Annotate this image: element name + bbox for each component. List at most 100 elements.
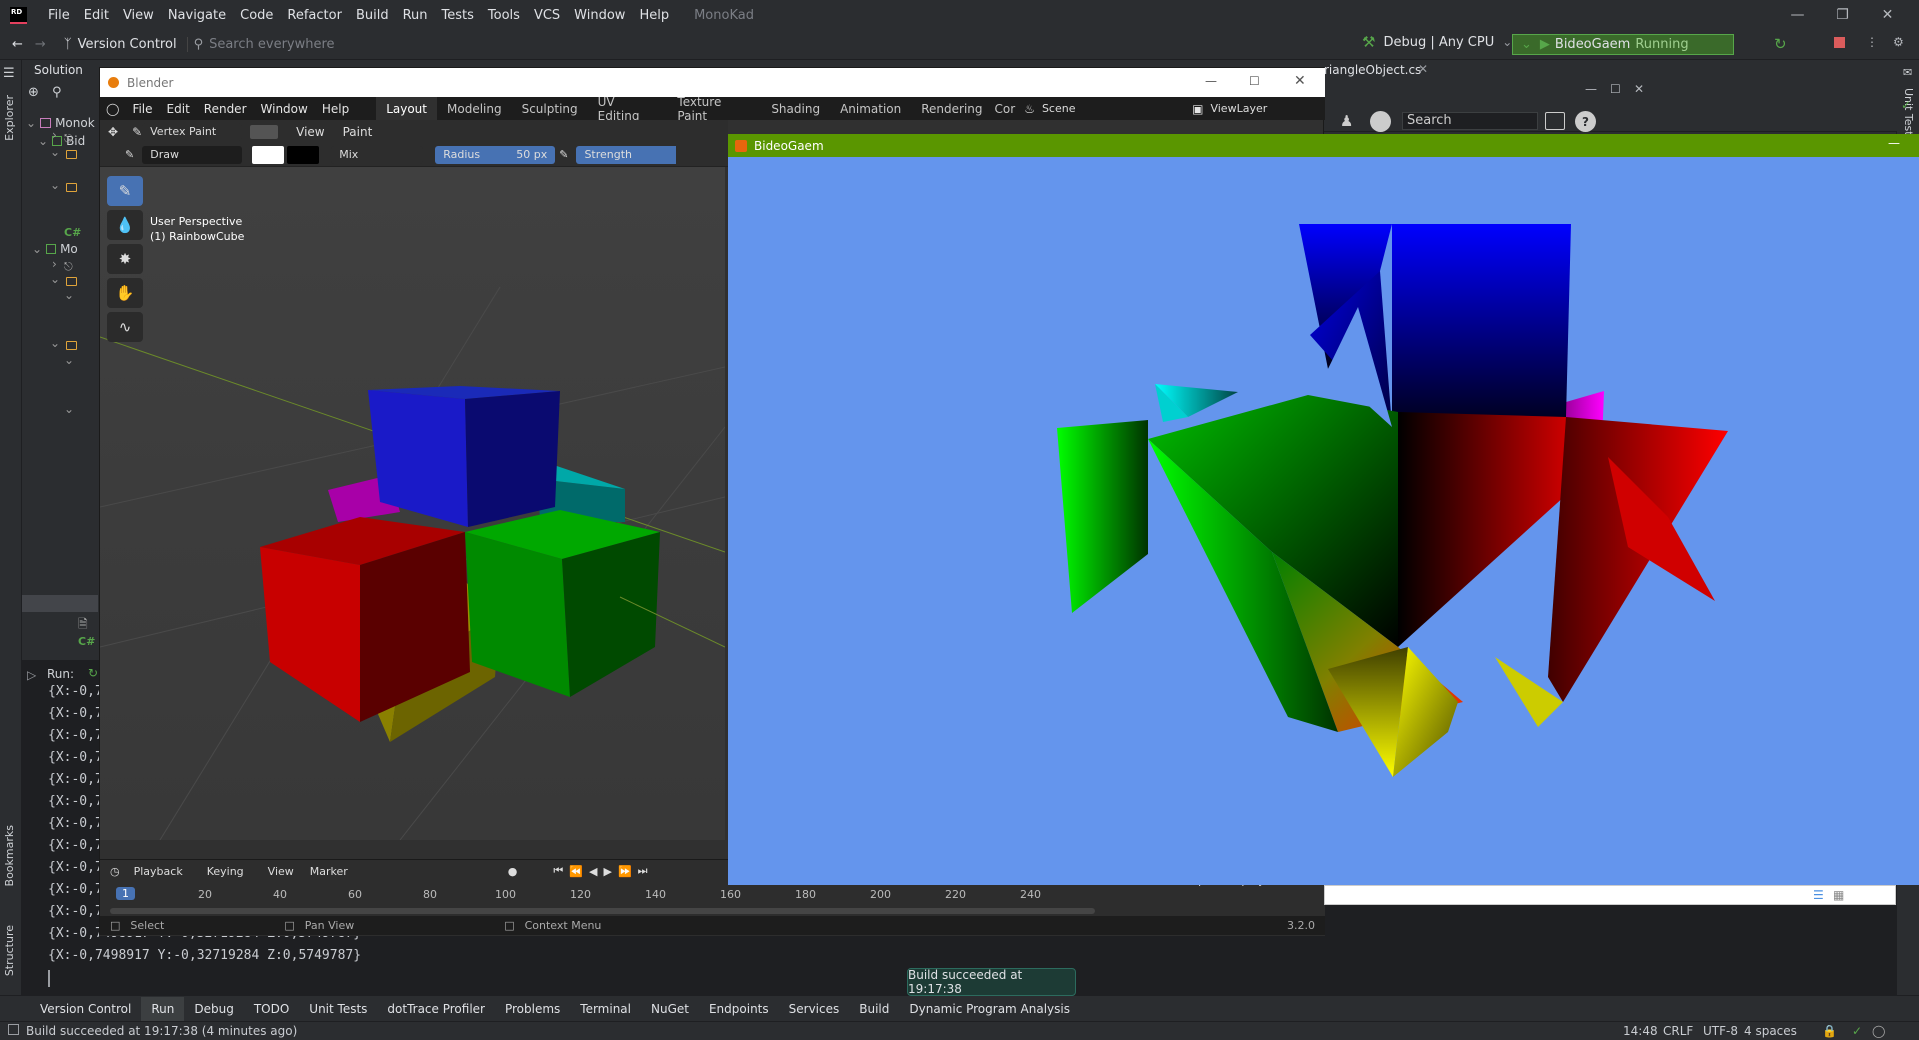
hammer-icon[interactable]: ⚒ [1362,33,1375,51]
menu-navigate[interactable]: Navigate [161,8,233,23]
version-control-button[interactable]: Version Control [78,37,183,52]
explorer-icon[interactable]: ☰ [3,66,15,81]
indent-setting[interactable]: 4 spaces [1744,1024,1797,1038]
marker-menu[interactable]: Marker [310,865,348,878]
inbox-icon[interactable] [1545,112,1565,130]
more-icon[interactable]: ⋮ [1866,35,1878,49]
chevron-down-icon[interactable]: ⌄ [50,145,60,159]
workspace-tab-uv-editing[interactable]: UV Editing [588,95,668,123]
current-frame[interactable]: 1 [116,887,135,900]
workspace-tab-animation[interactable]: Animation [830,97,911,120]
workspace-tab-sculpting[interactable]: Sculpting [512,97,588,120]
caret-position[interactable]: 14:48 [1623,1024,1658,1038]
scene-icon[interactable]: ♨ [1017,102,1042,116]
tab-build[interactable]: Build [849,997,899,1021]
person-icon[interactable]: ♟ [1340,112,1353,130]
back-arrow-icon[interactable]: ← [0,37,29,52]
stop-icon[interactable] [1834,37,1845,48]
explorer-tab[interactable]: Explorer [3,95,16,141]
chevron-down-icon[interactable]: ⌄ [50,178,60,192]
header-menu-paint[interactable]: Paint [343,125,373,139]
toggle-panels-icon[interactable] [8,1024,19,1035]
smear-tool-icon[interactable]: ✋ [107,278,143,308]
chevron-down-icon[interactable]: ⌄ [64,353,74,367]
tree-item[interactable]: ⌄ Monok [26,114,95,132]
editor-tab-label[interactable]: riangleObject.cs [1324,63,1421,77]
menu-tools[interactable]: Tools [481,8,527,23]
mode-selector[interactable]: Vertex Paint [142,122,243,141]
tab-version-control[interactable]: Version Control [30,997,141,1021]
config-selector[interactable]: Debug | Any CPU [1383,35,1494,50]
minimize-icon[interactable]: — [1775,0,1820,30]
line-separator[interactable]: CRLF [1663,1024,1693,1038]
tab-terminal[interactable]: Terminal [570,997,641,1021]
workspace-tab-texture-paint[interactable]: Texture Paint [667,95,761,123]
menu-edit[interactable]: Edit [77,8,116,23]
blend-mode-selector[interactable]: Mix [331,145,424,164]
chevron-down-icon[interactable]: ⌄ [50,272,60,286]
tab-run[interactable]: Run [141,996,185,1021]
keying-menu[interactable]: Keying [207,865,244,878]
playback-menu[interactable]: Playback [134,865,183,878]
workspace-tab-shading[interactable]: Shading [761,97,830,120]
annotate-tool-icon[interactable]: ∿ [107,312,143,342]
secondary-color-swatch[interactable] [287,145,320,164]
status-message[interactable]: Build succeeded at 19:17:38 (4 minutes a… [26,1024,297,1038]
build-notification[interactable]: Build succeeded at 19:17:38 [907,968,1076,996]
search-everywhere-field[interactable]: Search everywhere [209,37,340,52]
play-reverse-icon[interactable]: ◀ [589,865,597,878]
mask-toggle[interactable] [250,124,279,139]
scene-selector[interactable]: Scene [1042,102,1185,115]
chevron-down-icon[interactable]: ⌄ [50,336,60,350]
play-icon[interactable]: ▶ [603,865,611,878]
bl-menu-window[interactable]: Window [254,102,315,116]
workspace-tab-rendering[interactable]: Rendering [911,97,992,120]
record-icon[interactable]: ● [508,865,518,878]
menu-window[interactable]: Window [567,8,632,23]
frame-ruler[interactable]: 1 20 40 60 80 100 120 140 160 180 200 22… [100,887,1325,904]
menu-run[interactable]: Run [396,8,435,23]
brush-selector[interactable]: Draw [142,145,243,164]
prev-keyframe-icon[interactable]: ⏪ [569,865,583,878]
editor-type-icon[interactable]: ✥ [108,125,118,139]
menu-vcs[interactable]: VCS [527,8,567,23]
chevron-right-icon[interactable]: › [52,257,57,271]
menu-view[interactable]: View [116,8,161,23]
blur-tool-icon[interactable]: 💧 [107,210,143,240]
tab-unit-tests[interactable]: Unit Tests [299,997,377,1021]
tab-problems[interactable]: Problems [495,997,570,1021]
game-render-canvas[interactable] [728,157,1919,885]
menu-refactor[interactable]: Refactor [280,8,349,23]
file-encoding[interactable]: UTF-8 [1703,1024,1738,1038]
draw-tool-icon[interactable]: ✎ [107,176,143,206]
restore-icon[interactable]: ☐ [1610,82,1621,96]
memory-icon[interactable]: ◯ [1872,1024,1885,1038]
minimize-icon[interactable]: — [1888,136,1900,150]
average-tool-icon[interactable]: ✸ [107,244,143,274]
radius-field[interactable]: Radius 50 px [435,145,556,164]
timeline-scrollbar[interactable] [110,908,1095,914]
locate-icon[interactable]: ⊕ [28,85,39,100]
details-view-icon[interactable]: ▦ [1833,888,1844,902]
3d-viewport[interactable]: User Perspective (1) RainbowCube [100,167,725,840]
jump-end-icon[interactable]: ⏭ [638,864,648,878]
menu-build[interactable]: Build [349,8,396,23]
bl-menu-file[interactable]: File [125,102,159,116]
header-menu-view[interactable]: View [296,125,324,139]
bookmarks-tab[interactable]: Bookmarks [3,825,16,886]
bl-menu-edit[interactable]: Edit [160,102,197,116]
tab-todo[interactable]: TODO [244,997,299,1021]
tab-dynamic-program-analysis[interactable]: Dynamic Program Analysis [899,997,1080,1021]
chevron-right-icon[interactable]: › [52,128,57,142]
run-widget[interactable]: ⌄ ▶ BideoGaem Running [1512,34,1734,55]
view-layer-selector[interactable]: ViewLayer [1210,102,1325,115]
next-keyframe-icon[interactable]: ⏩ [618,865,632,878]
timeline-view-menu[interactable]: View [268,865,294,878]
solution-tab[interactable]: Solution [34,63,83,77]
notifications-icon[interactable]: ✉ [1903,66,1912,79]
tab-services[interactable]: Services [779,997,850,1021]
menu-help[interactable]: Help [632,8,676,23]
restore-icon[interactable]: ❐ [1820,0,1865,30]
structure-tab[interactable]: Structure [3,925,16,976]
blender-logo-icon[interactable]: ◯ [106,102,119,116]
